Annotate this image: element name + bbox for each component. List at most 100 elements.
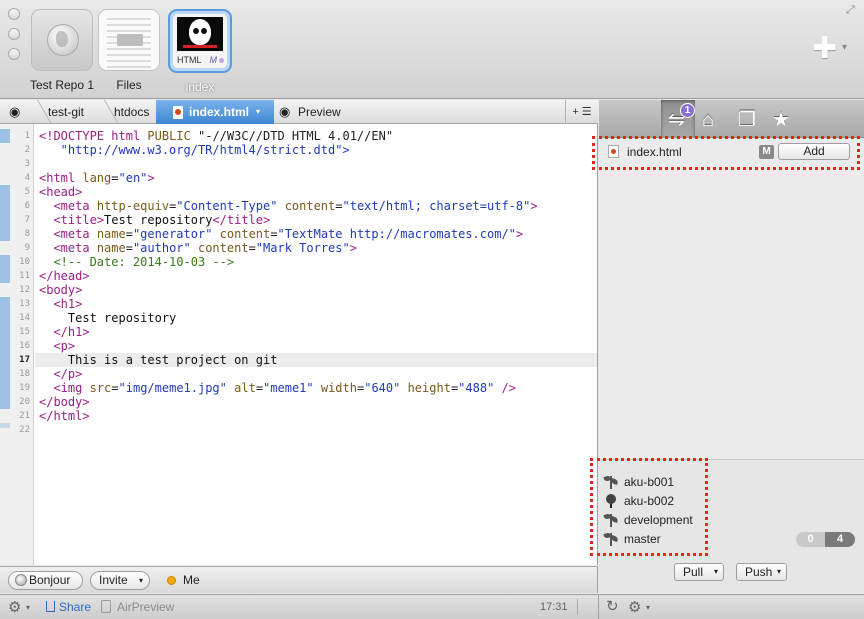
thumb-type-label: HTML [177, 55, 202, 65]
minimize-window-button[interactable] [8, 28, 20, 40]
bonjour-icon [15, 574, 27, 586]
line-number: 14 [19, 313, 30, 323]
line-number: 13 [19, 299, 30, 309]
site-toolbar: Test Repo 1 Files HTML M index ⤢ ✚ ▾ [0, 0, 864, 99]
gear-icon[interactable]: ⚙ [8, 598, 21, 616]
code-line[interactable]: <meta name="generator" content="TextMate… [35, 227, 597, 241]
code-line[interactable]: </html> [35, 409, 597, 423]
refresh-icon[interactable]: ↻ [606, 597, 619, 615]
change-marker [0, 129, 10, 143]
line-number: 19 [19, 383, 30, 393]
line-number-gutter: 1 2 3 4 5 6 7 8 9 10 11 12 13 14 15 16 17 18 19 20 21 22 [0, 124, 34, 565]
user-status-dot [167, 576, 176, 585]
code-line[interactable]: <!DOCTYPE html PUBLIC "-//W3C//DTD HTML … [35, 129, 597, 143]
code-content[interactable]: <!DOCTYPE html PUBLIC "-//W3C//DTD HTML … [35, 129, 597, 437]
globe-icon [31, 9, 93, 71]
gear-icon[interactable]: ⚙ [628, 598, 641, 616]
changes-list [599, 139, 864, 459]
code-line[interactable]: </h1> [35, 325, 597, 339]
line-number: 9 [24, 243, 30, 253]
chevron-down-icon: ▾ [256, 107, 261, 116]
site-label: Files [116, 78, 142, 92]
code-line[interactable] [35, 157, 597, 171]
collaboration-bar: Bonjour Invite ▾ Me [0, 566, 598, 593]
tab-files[interactable]: ❐ [729, 100, 763, 138]
preview-eye-icon: ◉ [279, 104, 291, 119]
close-window-button[interactable] [8, 8, 20, 20]
code-line[interactable]: <img src="img/meme1.jpg" alt="meme1" wid… [35, 381, 597, 395]
cursor-time: 17:31 [540, 601, 568, 613]
plus-icon[interactable]: ✚ [812, 34, 837, 64]
push-button[interactable]: Push ▾ [736, 563, 787, 581]
home-icon: ⌂ [702, 109, 715, 131]
bonjour-button[interactable]: Bonjour [8, 571, 83, 590]
line-number: 1 [24, 131, 30, 141]
chevron-down-icon: ▾ [776, 567, 781, 576]
site-index[interactable]: HTML M index [168, 9, 232, 94]
breadcrumb-htdocs[interactable]: htdocs [114, 100, 149, 124]
code-line[interactable]: Test repository [35, 311, 597, 325]
code-line[interactable]: This is a test project on git [35, 353, 597, 367]
change-marker [0, 423, 10, 428]
window-controls [8, 8, 20, 68]
site-test-repo-1[interactable]: Test Repo 1 [30, 9, 94, 92]
files-icon: ❐ [738, 109, 756, 131]
line-number: 4 [24, 173, 30, 183]
eye-icon[interactable]: ◉ [9, 100, 20, 124]
preview-button[interactable]: Preview [298, 100, 341, 124]
chevron-down-icon: ▾ [713, 567, 718, 576]
breadcrumb-test-git[interactable]: test-git [48, 100, 84, 124]
chevron-down-icon[interactable]: ▾ [842, 42, 847, 53]
code-line[interactable]: <meta http-equiv="Content-Type" content=… [35, 199, 597, 213]
tab-starred[interactable]: ★ [763, 100, 797, 138]
code-line[interactable]: </body> [35, 395, 597, 409]
line-number: 3 [24, 159, 30, 169]
line-number: 5 [24, 187, 30, 197]
code-line[interactable] [35, 423, 597, 437]
line-number: 12 [19, 285, 30, 295]
site-files[interactable]: Files [97, 9, 161, 92]
code-line[interactable]: <body> [35, 283, 597, 297]
pull-label: Pull [683, 565, 704, 579]
change-marker [0, 185, 10, 241]
push-label: Push [745, 565, 773, 579]
ahead-behind-indicator: 0 4 [796, 532, 855, 547]
code-line[interactable]: <!-- Date: 2014-10-03 --> [35, 255, 597, 269]
git-panel-tabs: ⇋ ⌂ ❐ ★ [599, 100, 864, 138]
me-label[interactable]: Me [183, 572, 200, 589]
highlight-box-branches [590, 458, 708, 556]
line-number: 20 [19, 397, 30, 407]
site-label: Test Repo 1 [30, 78, 95, 92]
line-number: 8 [24, 229, 30, 239]
invite-label: Invite [99, 573, 128, 587]
line-number: 10 [19, 257, 30, 267]
invite-button[interactable]: Invite ▾ [90, 571, 150, 590]
code-line[interactable]: "http://www.w3.org/TR/html4/strict.dtd"> [35, 143, 597, 157]
code-line[interactable]: <head> [35, 185, 597, 199]
pull-button[interactable]: Pull ▾ [674, 563, 724, 581]
breadcrumb-active-file[interactable]: index.html ▾ [156, 100, 274, 124]
fullscreen-icon[interactable]: ⤢ [846, 4, 855, 17]
code-line[interactable]: <h1> [35, 297, 597, 311]
share-button[interactable]: Share [59, 599, 91, 615]
airpreview-button[interactable]: AirPreview [117, 599, 174, 615]
tab-home[interactable]: ⌂ [695, 100, 729, 138]
code-line[interactable]: <html lang="en"> [35, 171, 597, 185]
meme-thumbnail-image [177, 17, 223, 51]
html-file-icon [173, 106, 183, 119]
chevron-down-icon[interactable]: ▾ [646, 603, 650, 612]
chevron-down-icon[interactable]: ▾ [26, 603, 30, 612]
code-line[interactable]: <p> [35, 339, 597, 353]
line-number: 21 [19, 411, 30, 421]
code-line[interactable]: <meta name="author" content="Mark Torres… [35, 241, 597, 255]
bonjour-label: Bonjour [29, 573, 71, 587]
starred-icon: ★ [772, 109, 790, 131]
ahead-count: 0 [796, 532, 825, 547]
add-split-button[interactable]: + ☰ [565, 100, 598, 124]
line-number: 2 [24, 145, 30, 155]
code-editor[interactable]: 1 2 3 4 5 6 7 8 9 10 11 12 13 14 15 16 17 18 19 20 21 22 <!DO… [0, 124, 598, 565]
zoom-window-button[interactable] [8, 48, 20, 60]
code-line[interactable]: </p> [35, 367, 597, 381]
code-line[interactable]: <title>Test repository</title> [35, 213, 597, 227]
code-line[interactable]: </head> [35, 269, 597, 283]
